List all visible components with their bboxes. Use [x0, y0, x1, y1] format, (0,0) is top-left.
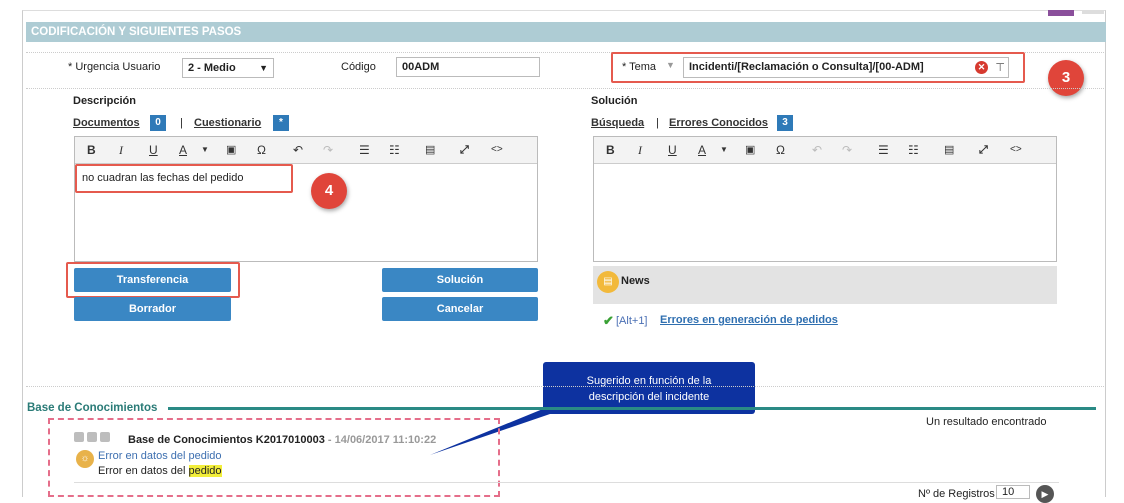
urgencia-select[interactable]: 2 - Medio ▼ — [182, 58, 274, 78]
rating-thumbs[interactable] — [74, 432, 111, 445]
bullet-list-icon[interactable]: ☰ — [878, 141, 889, 159]
redo-icon[interactable]: ↷ — [323, 141, 333, 159]
check-icon: ✔ — [603, 313, 614, 328]
separator: | — [656, 117, 659, 129]
top-tab-indicator — [1048, 10, 1074, 16]
image-icon[interactable]: ▣ — [745, 141, 755, 159]
news-shortcut: [Alt+1] — [616, 315, 648, 327]
annotation-box-descripcion — [75, 164, 293, 193]
editor-toolbar: B I U A ▼ ▣ Ω ↶ ↷ ☰ ☷ ▤ ⤢ <> — [75, 137, 537, 164]
bold-button[interactable]: B — [606, 141, 615, 159]
thumb-icon[interactable] — [100, 432, 111, 442]
redo-icon[interactable]: ↷ — [842, 141, 852, 159]
busqueda-link[interactable]: Búsqueda — [591, 117, 644, 129]
font-color-button[interactable]: A — [698, 141, 706, 159]
paste-icon[interactable]: ▤ — [944, 141, 954, 159]
registros-label: Nº de Registros — [918, 488, 995, 500]
paste-icon[interactable]: ▤ — [425, 141, 435, 159]
step-3-marker: 3 — [1048, 60, 1084, 96]
italic-button[interactable]: I — [638, 141, 642, 159]
kb-item-highlight: pedido — [188, 465, 222, 477]
news-title: News — [621, 275, 650, 287]
news-link[interactable]: Errores en generación de pedidos — [660, 314, 838, 326]
special-char-button[interactable]: Ω — [257, 141, 266, 159]
lightbulb-icon: ☼ — [76, 450, 94, 468]
underline-button[interactable]: U — [668, 141, 677, 159]
kb-item-subtitle[interactable]: Error en datos del pedido — [98, 450, 222, 462]
errores-count-badge: 3 — [777, 115, 793, 131]
separator: | — [180, 117, 183, 129]
kb-item-text-prefix: Error en datos del — [98, 465, 189, 477]
transferencia-button[interactable]: Transferencia — [74, 268, 231, 292]
borrador-button[interactable]: Borrador — [74, 297, 231, 321]
cuestionario-badge: * — [273, 115, 289, 131]
top-tab-indicator-2 — [1082, 10, 1104, 14]
fullscreen-icon[interactable]: ⤢ — [979, 141, 988, 159]
pager-next-icon[interactable]: ▶ — [1036, 485, 1054, 503]
tema-label: * Tema — [622, 61, 657, 73]
news-icon: ▤ — [597, 271, 619, 293]
documentos-link[interactable]: Documentos — [73, 117, 140, 129]
tema-field[interactable]: Incidenti/[Reclamación o Consulta]/[00-A… — [683, 57, 1009, 78]
tema-value: Incidenti/[Reclamación o Consulta]/[00-A… — [689, 61, 924, 73]
kb-item-date: - 14/06/2017 11:10:22 — [324, 434, 437, 446]
section-header: CODIFICACIÓN Y SIGUIENTES PASOS — [26, 22, 1106, 42]
descripcion-title: Descripción — [73, 95, 136, 107]
editor-toolbar: B I U A ▼ ▣ Ω ↶ ↷ ☰ ☷ ▤ ⤢ <> — [594, 137, 1056, 164]
bullet-list-icon[interactable]: ☰ — [359, 141, 370, 159]
image-icon[interactable]: ▣ — [226, 141, 236, 159]
source-button[interactable]: <> — [1010, 141, 1022, 159]
solucion-editor[interactable]: B I U A ▼ ▣ Ω ↶ ↷ ☰ ☷ ▤ ⤢ <> — [593, 136, 1057, 262]
descripcion-editor[interactable]: B I U A ▼ ▣ Ω ↶ ↷ ☰ ☷ ▤ ⤢ <> no cuadran … — [74, 136, 538, 262]
kb-item-title[interactable]: Base de Conocimientos K2017010003 - 14/0… — [128, 434, 436, 446]
knowledge-divider — [168, 407, 1096, 410]
font-color-button[interactable]: A — [179, 141, 187, 159]
undo-icon[interactable]: ↶ — [812, 141, 822, 159]
underline-button[interactable]: U — [149, 141, 158, 159]
codigo-label: Código — [341, 61, 376, 73]
thumb-icon[interactable] — [74, 432, 84, 442]
solucion-title: Solución — [591, 95, 638, 107]
errores-conocidos-link[interactable]: Errores Conocidos — [669, 117, 768, 129]
result-count: Un resultado encontrado — [926, 416, 1047, 428]
urgencia-value: 2 - Medio — [188, 62, 236, 74]
fullscreen-icon[interactable]: ⤢ — [460, 141, 469, 159]
special-char-button[interactable]: Ω — [776, 141, 785, 159]
font-color-dropdown-icon[interactable]: ▼ — [720, 141, 728, 159]
font-color-dropdown-icon[interactable]: ▼ — [201, 141, 209, 159]
cancelar-button[interactable]: Cancelar — [382, 297, 538, 321]
documentos-count-badge: 0 — [150, 115, 166, 131]
numbered-list-icon[interactable]: ☷ — [908, 141, 919, 159]
kb-item-title-text: Base de Conocimientos K2017010003 — [128, 434, 325, 446]
bold-button[interactable]: B — [87, 141, 96, 159]
solucion-button[interactable]: Solución — [382, 268, 538, 292]
urgencia-label: * Urgencia Usuario — [68, 61, 161, 73]
divider — [26, 386, 1106, 387]
step-4-marker: 4 — [311, 173, 347, 209]
italic-button[interactable]: I — [119, 141, 123, 159]
news-panel: ▤ News — [593, 266, 1057, 304]
divider — [74, 482, 1059, 483]
cuestionario-link[interactable]: Cuestionario — [194, 117, 261, 129]
clear-icon[interactable]: ✕ — [975, 61, 988, 74]
numbered-list-icon[interactable]: ☷ — [389, 141, 400, 159]
undo-icon[interactable]: ↶ — [293, 141, 303, 159]
codigo-field[interactable]: 00ADM — [396, 57, 540, 77]
kb-item-text: Error en datos del pedido — [98, 465, 222, 477]
tema-dropdown-arrow-icon[interactable]: ▼ — [666, 60, 675, 70]
divider — [26, 88, 1106, 89]
thumb-icon[interactable] — [87, 432, 98, 442]
tree-icon[interactable]: ⊤ — [995, 59, 1005, 77]
knowledge-title: Base de Conocimientos — [27, 402, 158, 414]
dropdown-arrow-icon: ▼ — [259, 63, 268, 73]
source-button[interactable]: <> — [491, 141, 503, 159]
